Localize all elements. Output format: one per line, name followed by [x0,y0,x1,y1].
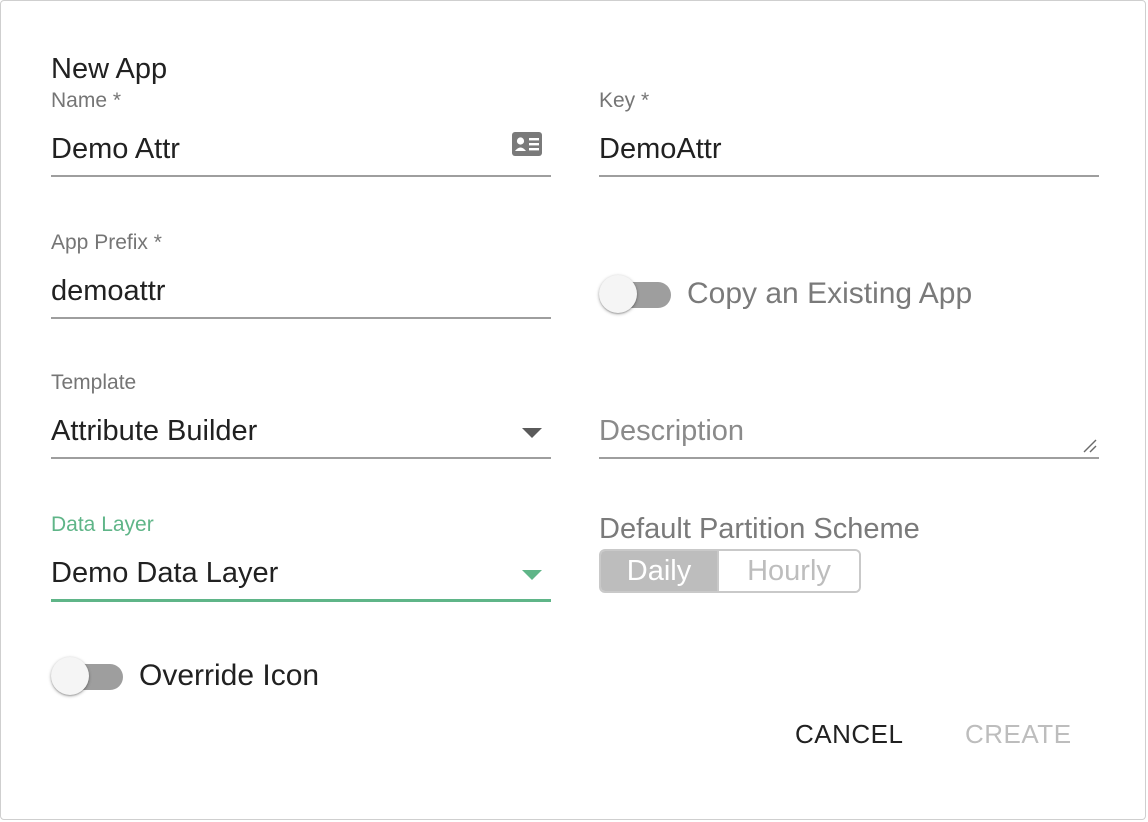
template-value: Attribute Builder [51,415,258,447]
template-label: Template [51,371,137,394]
data-layer-value: Demo Data Layer [51,557,279,589]
data-layer-select[interactable]: Data Layer Demo Data Layer [51,513,551,607]
name-field[interactable]: Name * Demo Attr [51,89,551,181]
name-input[interactable]: Demo Attr [51,133,180,166]
partition-scheme-label: Default Partition Scheme [599,513,920,545]
copy-existing-app-label: Copy an Existing App [687,277,973,310]
name-label: Name * [51,89,122,112]
toggle-thumb [51,657,89,695]
copy-existing-app-toggle[interactable] [599,275,671,315]
app-prefix-underline [51,317,551,319]
create-button[interactable]: CREATE [965,719,1072,750]
key-input[interactable]: DemoAttr [599,133,721,166]
dialog-title: New App [51,53,168,85]
template-select[interactable]: Template Attribute Builder [51,371,551,463]
name-underline [51,175,551,177]
description-textarea[interactable]: Description [599,371,1099,463]
resize-handle-icon[interactable] [1083,439,1097,453]
template-underline [51,457,551,459]
chevron-down-icon[interactable] [522,428,542,438]
partition-option-daily[interactable]: Daily [601,551,717,591]
new-app-dialog: New App Name * Demo Attr Key * DemoAttr … [0,0,1146,820]
description-placeholder: Description [599,415,745,447]
toggle-thumb [599,275,637,313]
app-prefix-label: App Prefix * [51,231,162,254]
override-icon-toggle[interactable] [51,657,123,697]
partition-option-hourly[interactable]: Hourly [717,551,859,591]
override-icon-label: Override Icon [139,659,320,692]
cancel-button[interactable]: CANCEL [795,719,903,750]
key-underline [599,175,1099,177]
app-prefix-input[interactable]: demoattr [51,275,165,308]
key-field[interactable]: Key * DemoAttr [599,89,1099,181]
app-prefix-field[interactable]: App Prefix * demoattr [51,231,551,323]
description-underline [599,457,1099,459]
partition-scheme-segmented-control: Daily Hourly [599,549,861,593]
chevron-down-icon[interactable] [522,570,542,580]
data-layer-underline [51,599,551,602]
key-label: Key * [599,89,650,112]
data-layer-label: Data Layer [51,513,154,536]
contact-card-icon[interactable] [511,131,543,157]
